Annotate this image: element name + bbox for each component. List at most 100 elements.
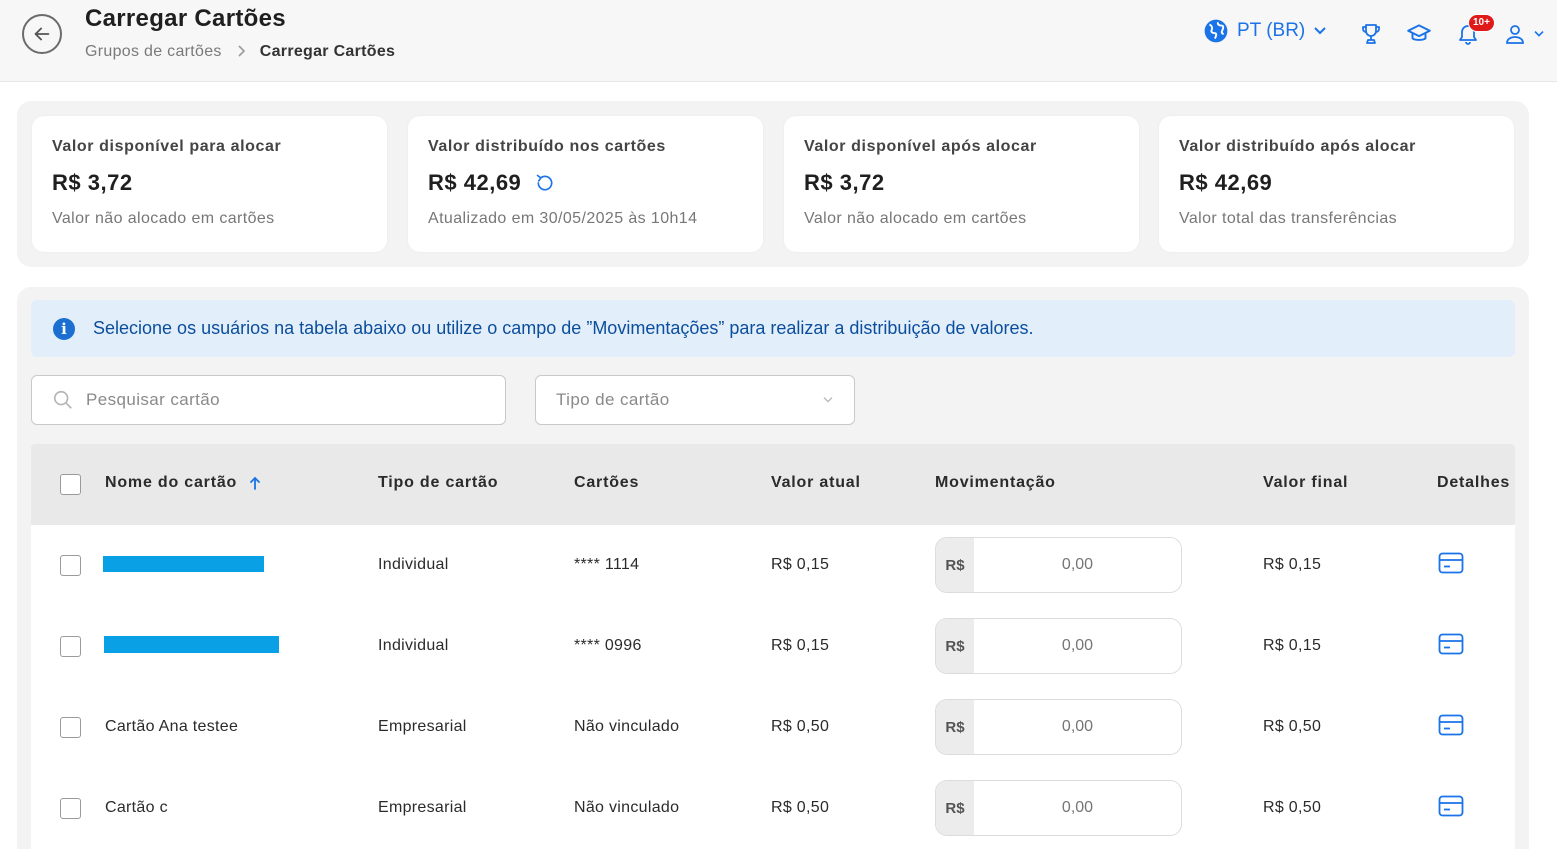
summary-card-subtitle: Atualizado em 30/05/2025 às 10h14 xyxy=(428,210,698,227)
card-type-select[interactable]: Tipo de cartão xyxy=(535,375,855,425)
column-header-details: Detalhes xyxy=(1437,474,1511,491)
cell-card-number: **** 1114 xyxy=(574,556,640,573)
table-header: Nome do cartão Tipo de cartão Cartões Va… xyxy=(31,444,1515,525)
summary-card-distributed: Valor distribuído nos cartões R$ 42,69 A… xyxy=(408,116,763,252)
card-type-select-placeholder: Tipo de cartão xyxy=(556,390,670,409)
summary-card-value: R$ 42,69 xyxy=(428,170,743,196)
chevron-right-icon xyxy=(236,44,246,60)
cell-card-name: Cartão c xyxy=(105,799,168,816)
cards-table: Nome do cartão Tipo de cartão Cartões Va… xyxy=(31,444,1515,849)
card-details-icon[interactable] xyxy=(1437,711,1465,739)
summary-card-value: R$ 3,72 xyxy=(804,170,885,195)
trophy-icon xyxy=(1362,24,1380,44)
summary-card-subtitle: Valor não alocado em cartões xyxy=(804,210,1027,227)
summary-card-label: Valor disponível para alocar xyxy=(52,138,282,155)
summary-card-value: R$ 3,72 xyxy=(52,170,133,195)
refresh-icon[interactable] xyxy=(535,173,555,193)
notifications-button[interactable]: 10+ xyxy=(1454,14,1495,48)
movement-amount-input[interactable] xyxy=(974,538,1181,592)
currency-prefix: R$ xyxy=(936,700,974,754)
back-button[interactable] xyxy=(22,14,62,54)
summary-card-subtitle: Valor total das transferências xyxy=(1179,210,1398,227)
row-checkbox[interactable] xyxy=(60,636,81,657)
row-checkbox[interactable] xyxy=(60,555,81,576)
language-selector[interactable]: PT (BR) xyxy=(1203,18,1327,44)
chevron-down-icon xyxy=(823,397,833,403)
user-icon xyxy=(1506,25,1524,44)
redacted-card-name xyxy=(104,636,279,653)
column-header-cards: Cartões xyxy=(574,474,640,491)
movement-amount-input[interactable] xyxy=(974,781,1181,835)
card-details-icon[interactable] xyxy=(1437,549,1465,577)
search-field[interactable] xyxy=(31,375,506,425)
page-title: Carregar Cartões xyxy=(85,5,286,32)
column-header-current-value: Valor atual xyxy=(771,474,861,491)
cell-current-value: R$ 0,15 xyxy=(771,637,830,654)
currency-prefix: R$ xyxy=(936,619,974,673)
movement-amount-input[interactable] xyxy=(974,619,1181,673)
breadcrumb: Grupos de cartões Carregar Cartões xyxy=(85,43,395,61)
summary-card-label: Valor distribuído nos cartões xyxy=(428,138,666,155)
movement-amount-input[interactable] xyxy=(974,700,1181,754)
movement-input-group: R$ xyxy=(935,780,1182,836)
globe-icon xyxy=(1204,19,1228,43)
cell-final-value: R$ 0,15 xyxy=(1263,637,1322,654)
cell-card-number: Não vinculado xyxy=(574,799,680,816)
table-row: Cartão Ana testee Empresarial Não vincul… xyxy=(31,687,1515,768)
card-details-icon[interactable] xyxy=(1437,792,1465,820)
graduation-cap-icon xyxy=(1407,24,1431,41)
currency-prefix: R$ xyxy=(936,781,974,835)
cell-current-value: R$ 0,15 xyxy=(771,556,830,573)
cell-card-type: Empresarial xyxy=(378,799,467,816)
cell-final-value: R$ 0,50 xyxy=(1263,799,1322,816)
cell-current-value: R$ 0,50 xyxy=(771,718,830,735)
cell-card-type: Individual xyxy=(378,637,449,654)
language-label: PT (BR) xyxy=(1237,20,1306,41)
column-header-final-value: Valor final xyxy=(1263,474,1349,491)
notifications-badge: 10+ xyxy=(1468,14,1495,32)
cell-final-value: R$ 0,15 xyxy=(1263,556,1322,573)
trophy-button[interactable] xyxy=(1357,20,1385,48)
summary-card-label: Valor disponível após alocar xyxy=(804,138,1037,155)
movement-input-group: R$ xyxy=(935,699,1182,755)
summary-card-label: Valor distribuído após alocar xyxy=(1179,138,1417,155)
currency-prefix: R$ xyxy=(936,538,974,592)
column-header-type: Tipo de cartão xyxy=(378,474,499,491)
column-header-movement: Movimentação xyxy=(935,474,1056,491)
movement-input-group: R$ xyxy=(935,618,1182,674)
summary-card-subtitle: Valor não alocado em cartões xyxy=(52,210,275,227)
select-all-checkbox[interactable] xyxy=(60,474,81,495)
cell-card-type: Individual xyxy=(378,556,449,573)
arrow-left-icon xyxy=(34,27,50,41)
top-header: Carregar Cartões Grupos de cartões Carre… xyxy=(0,0,1557,82)
cell-current-value: R$ 0,50 xyxy=(771,799,830,816)
search-input[interactable] xyxy=(86,390,466,410)
table-row: Cartão c Empresarial Não vinculado R$ 0,… xyxy=(31,768,1515,849)
column-header-name[interactable]: Nome do cartão xyxy=(105,474,261,492)
info-banner: i Selecione os usuários na tabela abaixo… xyxy=(31,300,1515,357)
row-checkbox[interactable] xyxy=(60,717,81,738)
user-menu-button[interactable] xyxy=(1503,20,1553,48)
chevron-down-icon xyxy=(1314,27,1326,35)
cards-panel: i Selecione os usuários na tabela abaixo… xyxy=(17,287,1529,849)
search-icon xyxy=(53,390,72,409)
summary-card-available-after: Valor disponível após alocar R$ 3,72 Val… xyxy=(784,116,1139,252)
card-details-icon[interactable] xyxy=(1437,630,1465,658)
summary-panel: Valor disponível para alocar R$ 3,72 Val… xyxy=(17,101,1529,267)
summary-card-available: Valor disponível para alocar R$ 3,72 Val… xyxy=(32,116,387,252)
cell-final-value: R$ 0,50 xyxy=(1263,718,1322,735)
row-checkbox[interactable] xyxy=(60,798,81,819)
movement-input-group: R$ xyxy=(935,537,1182,593)
cell-card-number: Não vinculado xyxy=(574,718,680,735)
summary-card-distributed-after: Valor distribuído após alocar R$ 42,69 V… xyxy=(1159,116,1514,252)
breadcrumb-current: Carregar Cartões xyxy=(259,43,396,60)
academy-button[interactable] xyxy=(1405,20,1433,48)
sort-ascending-icon[interactable] xyxy=(249,476,261,490)
info-icon: i xyxy=(53,317,75,340)
redacted-card-name xyxy=(103,556,264,572)
summary-card-value: R$ 42,69 xyxy=(1179,170,1273,195)
breadcrumb-parent-link[interactable]: Grupos de cartões xyxy=(85,43,222,61)
cell-card-number: **** 0996 xyxy=(574,637,642,654)
table-row: Individual **** 1114 R$ 0,15 R$ R$ 0,15 xyxy=(31,525,1515,606)
cell-card-type: Empresarial xyxy=(378,718,467,735)
